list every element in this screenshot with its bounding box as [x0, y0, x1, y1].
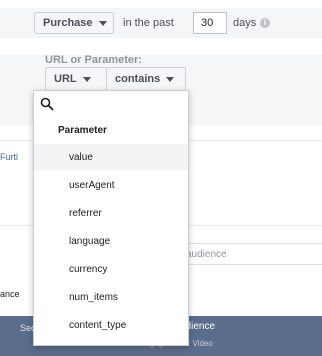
operator-value: contains [115, 73, 161, 85]
dropdown-option-currency[interactable]: currency [34, 256, 188, 282]
chevron-down-icon [98, 20, 107, 26]
days-label: days [233, 17, 257, 29]
event-select-value: Purchase [43, 17, 93, 29]
dropdown-option-content-type[interactable]: content_type [34, 312, 188, 338]
event-select[interactable]: Purchase [34, 12, 114, 34]
days-input[interactable]: 30 [193, 12, 227, 34]
audience-name-input[interactable]: audience [180, 243, 322, 265]
search-icon [40, 97, 54, 111]
dropdown-option-language[interactable]: language [34, 228, 188, 254]
dropdown-option-useragent[interactable]: userAgent [34, 172, 188, 198]
parameter-dropdown: Parameter value userAgent referrer langu… [33, 90, 189, 346]
dropdown-option-num-items[interactable]: num_items [34, 284, 188, 310]
url-type-select[interactable]: URL [45, 67, 107, 91]
chevron-down-icon [166, 76, 175, 82]
cancel-button[interactable]: ance [0, 289, 20, 299]
further-link[interactable]: Furtl [0, 152, 18, 162]
in-the-past-label: in the past [123, 17, 174, 29]
info-icon[interactable]: i [260, 18, 270, 28]
dropdown-option-referrer[interactable]: referrer [34, 200, 188, 226]
chevron-down-icon [82, 76, 91, 82]
dropdown-option-value[interactable]: value [34, 144, 188, 170]
url-type-value: URL [54, 73, 77, 85]
url-param-label: URL or Parameter: [45, 54, 142, 66]
dropdown-search-input[interactable] [34, 91, 190, 119]
operator-select[interactable]: contains [106, 67, 186, 91]
dropdown-section-heading: Parameter [58, 125, 107, 136]
